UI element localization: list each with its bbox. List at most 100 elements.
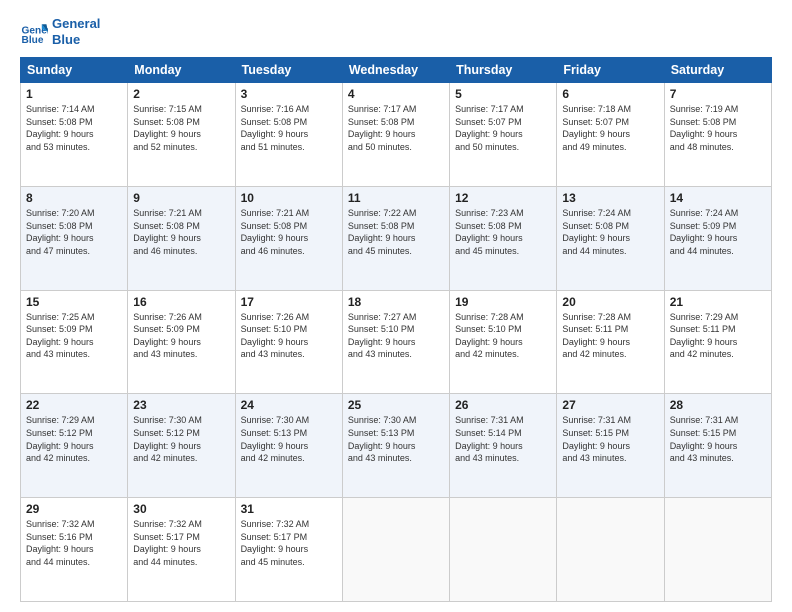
page-header: General Blue General Blue <box>20 16 772 47</box>
calendar-cell: 28 Sunrise: 7:31 AM Sunset: 5:15 PM Dayli… <box>664 394 771 498</box>
cell-sun-info: Sunrise: 7:26 AM Sunset: 5:10 PM Dayligh… <box>241 311 337 361</box>
weekday-header-cell: Saturday <box>664 58 771 83</box>
day-number: 20 <box>562 295 658 309</box>
calendar-cell: 20 Sunrise: 7:28 AM Sunset: 5:11 PM Dayli… <box>557 290 664 394</box>
calendar-cell <box>342 498 449 602</box>
cell-sun-info: Sunrise: 7:32 AM Sunset: 5:17 PM Dayligh… <box>241 518 337 568</box>
cell-sun-info: Sunrise: 7:16 AM Sunset: 5:08 PM Dayligh… <box>241 103 337 153</box>
day-number: 2 <box>133 87 229 101</box>
day-number: 26 <box>455 398 551 412</box>
cell-sun-info: Sunrise: 7:18 AM Sunset: 5:07 PM Dayligh… <box>562 103 658 153</box>
day-number: 12 <box>455 191 551 205</box>
cell-sun-info: Sunrise: 7:24 AM Sunset: 5:09 PM Dayligh… <box>670 207 766 257</box>
cell-sun-info: Sunrise: 7:17 AM Sunset: 5:08 PM Dayligh… <box>348 103 444 153</box>
calendar-cell: 15 Sunrise: 7:25 AM Sunset: 5:09 PM Dayli… <box>21 290 128 394</box>
cell-sun-info: Sunrise: 7:31 AM Sunset: 5:14 PM Dayligh… <box>455 414 551 464</box>
cell-sun-info: Sunrise: 7:31 AM Sunset: 5:15 PM Dayligh… <box>670 414 766 464</box>
weekday-header-cell: Monday <box>128 58 235 83</box>
day-number: 29 <box>26 502 122 516</box>
calendar-cell: 12 Sunrise: 7:23 AM Sunset: 5:08 PM Dayli… <box>450 186 557 290</box>
calendar-cell: 2 Sunrise: 7:15 AM Sunset: 5:08 PM Daylig… <box>128 83 235 187</box>
weekday-header-cell: Tuesday <box>235 58 342 83</box>
calendar-cell: 17Sunrise: 7:26 AM Sunset: 5:10 PM Dayli… <box>235 290 342 394</box>
calendar-cell: 1 Sunrise: 7:14 AM Sunset: 5:08 PM Daylig… <box>21 83 128 187</box>
calendar-cell <box>450 498 557 602</box>
cell-sun-info: Sunrise: 7:26 AM Sunset: 5:09 PM Dayligh… <box>133 311 229 361</box>
cell-sun-info: Sunrise: 7:30 AM Sunset: 5:13 PM Dayligh… <box>348 414 444 464</box>
day-number: 16 <box>133 295 229 309</box>
day-number: 30 <box>133 502 229 516</box>
calendar-cell: 30 Sunrise: 7:32 AM Sunset: 5:17 PM Dayli… <box>128 498 235 602</box>
day-number: 15 <box>26 295 122 309</box>
calendar-cell: 4 Sunrise: 7:17 AM Sunset: 5:08 PM Daylig… <box>342 83 449 187</box>
calendar-cell: 14 Sunrise: 7:24 AM Sunset: 5:09 PM Dayli… <box>664 186 771 290</box>
day-number: 31 <box>241 502 337 516</box>
day-number: 28 <box>670 398 766 412</box>
cell-sun-info: Sunrise: 7:28 AM Sunset: 5:11 PM Dayligh… <box>562 311 658 361</box>
calendar-week-row: 22 Sunrise: 7:29 AM Sunset: 5:12 PM Dayli… <box>21 394 772 498</box>
cell-sun-info: Sunrise: 7:32 AM Sunset: 5:17 PM Dayligh… <box>133 518 229 568</box>
svg-text:Blue: Blue <box>22 34 44 45</box>
calendar-cell: 22 Sunrise: 7:29 AM Sunset: 5:12 PM Dayli… <box>21 394 128 498</box>
calendar-cell: 18 Sunrise: 7:27 AM Sunset: 5:10 PM Dayli… <box>342 290 449 394</box>
cell-sun-info: Sunrise: 7:20 AM Sunset: 5:08 PM Dayligh… <box>26 207 122 257</box>
calendar-cell: 27 Sunrise: 7:31 AM Sunset: 5:15 PM Dayli… <box>557 394 664 498</box>
weekday-header-cell: Wednesday <box>342 58 449 83</box>
day-number: 24 <box>241 398 337 412</box>
cell-sun-info: Sunrise: 7:32 AM Sunset: 5:16 PM Dayligh… <box>26 518 122 568</box>
calendar-cell: 16 Sunrise: 7:26 AM Sunset: 5:09 PM Dayli… <box>128 290 235 394</box>
calendar-cell: 26 Sunrise: 7:31 AM Sunset: 5:14 PM Dayli… <box>450 394 557 498</box>
calendar-cell: 31 Sunrise: 7:32 AM Sunset: 5:17 PM Dayli… <box>235 498 342 602</box>
calendar-cell: 21Sunrise: 7:29 AM Sunset: 5:11 PM Dayli… <box>664 290 771 394</box>
cell-sun-info: Sunrise: 7:29 AM Sunset: 5:11 PM Dayligh… <box>670 311 766 361</box>
day-number: 10 <box>241 191 337 205</box>
cell-sun-info: Sunrise: 7:31 AM Sunset: 5:15 PM Dayligh… <box>562 414 658 464</box>
calendar-cell: 9Sunrise: 7:21 AM Sunset: 5:08 PM Daylig… <box>128 186 235 290</box>
cell-sun-info: Sunrise: 7:29 AM Sunset: 5:12 PM Dayligh… <box>26 414 122 464</box>
day-number: 7 <box>670 87 766 101</box>
cell-sun-info: Sunrise: 7:15 AM Sunset: 5:08 PM Dayligh… <box>133 103 229 153</box>
cell-sun-info: Sunrise: 7:23 AM Sunset: 5:08 PM Dayligh… <box>455 207 551 257</box>
day-number: 9 <box>133 191 229 205</box>
day-number: 8 <box>26 191 122 205</box>
day-number: 22 <box>26 398 122 412</box>
cell-sun-info: Sunrise: 7:30 AM Sunset: 5:13 PM Dayligh… <box>241 414 337 464</box>
calendar-cell: 5 Sunrise: 7:17 AM Sunset: 5:07 PM Daylig… <box>450 83 557 187</box>
calendar-cell: 24 Sunrise: 7:30 AM Sunset: 5:13 PM Dayli… <box>235 394 342 498</box>
day-number: 4 <box>348 87 444 101</box>
day-number: 18 <box>348 295 444 309</box>
logo-icon: General Blue <box>20 18 48 46</box>
calendar-cell: 25 Sunrise: 7:30 AM Sunset: 5:13 PM Dayli… <box>342 394 449 498</box>
cell-sun-info: Sunrise: 7:27 AM Sunset: 5:10 PM Dayligh… <box>348 311 444 361</box>
weekday-header-row: SundayMondayTuesdayWednesdayThursdayFrid… <box>21 58 772 83</box>
day-number: 14 <box>670 191 766 205</box>
cell-sun-info: Sunrise: 7:22 AM Sunset: 5:08 PM Dayligh… <box>348 207 444 257</box>
cell-sun-info: Sunrise: 7:19 AM Sunset: 5:08 PM Dayligh… <box>670 103 766 153</box>
day-number: 23 <box>133 398 229 412</box>
calendar-week-row: 15 Sunrise: 7:25 AM Sunset: 5:09 PM Dayli… <box>21 290 772 394</box>
day-number: 1 <box>26 87 122 101</box>
cell-sun-info: Sunrise: 7:24 AM Sunset: 5:08 PM Dayligh… <box>562 207 658 257</box>
calendar-body: 1 Sunrise: 7:14 AM Sunset: 5:08 PM Daylig… <box>21 83 772 602</box>
day-number: 25 <box>348 398 444 412</box>
cell-sun-info: Sunrise: 7:21 AM Sunset: 5:08 PM Dayligh… <box>241 207 337 257</box>
calendar-cell: 11Sunrise: 7:22 AM Sunset: 5:08 PM Dayli… <box>342 186 449 290</box>
calendar-week-row: 1 Sunrise: 7:14 AM Sunset: 5:08 PM Daylig… <box>21 83 772 187</box>
calendar-cell: 13 Sunrise: 7:24 AM Sunset: 5:08 PM Dayli… <box>557 186 664 290</box>
calendar-week-row: 29 Sunrise: 7:32 AM Sunset: 5:16 PM Dayli… <box>21 498 772 602</box>
calendar-cell <box>664 498 771 602</box>
day-number: 13 <box>562 191 658 205</box>
logo-text: General Blue <box>52 16 100 47</box>
cell-sun-info: Sunrise: 7:17 AM Sunset: 5:07 PM Dayligh… <box>455 103 551 153</box>
calendar-cell: 3Sunrise: 7:16 AM Sunset: 5:08 PM Daylig… <box>235 83 342 187</box>
cell-sun-info: Sunrise: 7:14 AM Sunset: 5:08 PM Dayligh… <box>26 103 122 153</box>
day-number: 19 <box>455 295 551 309</box>
cell-sun-info: Sunrise: 7:25 AM Sunset: 5:09 PM Dayligh… <box>26 311 122 361</box>
day-number: 5 <box>455 87 551 101</box>
cell-sun-info: Sunrise: 7:30 AM Sunset: 5:12 PM Dayligh… <box>133 414 229 464</box>
day-number: 27 <box>562 398 658 412</box>
calendar-cell: 19Sunrise: 7:28 AM Sunset: 5:10 PM Dayli… <box>450 290 557 394</box>
calendar-cell <box>557 498 664 602</box>
calendar-week-row: 8 Sunrise: 7:20 AM Sunset: 5:08 PM Daylig… <box>21 186 772 290</box>
weekday-header-cell: Friday <box>557 58 664 83</box>
